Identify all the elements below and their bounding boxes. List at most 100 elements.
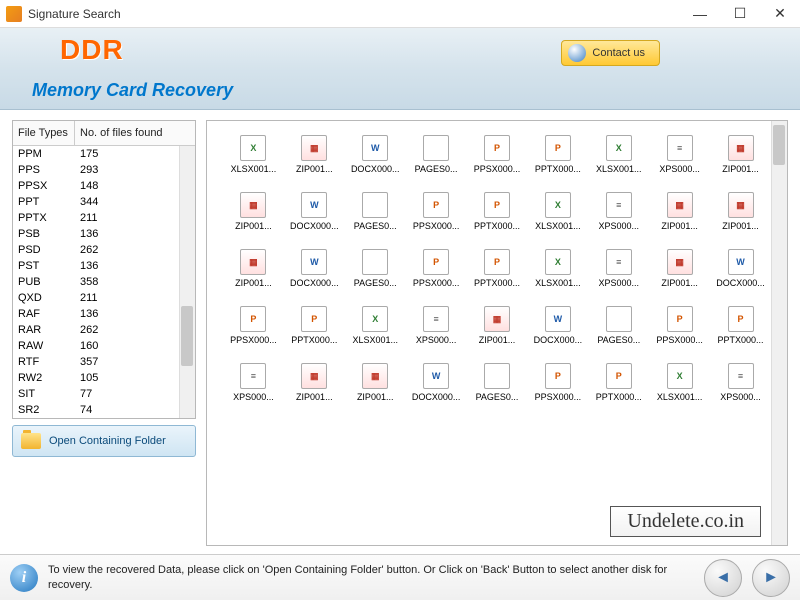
file-type-row[interactable]: PPM175 (13, 146, 195, 162)
file-label: ZIP001... (296, 392, 333, 402)
file-item[interactable]: ZIP001... (651, 249, 708, 288)
file-item[interactable]: DOCX000... (286, 192, 343, 231)
file-item[interactable]: PPTX000... (590, 363, 647, 402)
zip-file-icon (301, 363, 327, 389)
file-item[interactable]: PPSX000... (408, 192, 465, 231)
file-item[interactable]: XPS000... (225, 363, 282, 402)
file-item[interactable]: XLSX001... (225, 135, 282, 174)
file-type-row[interactable]: RAW160 (13, 338, 195, 354)
pages-file-icon (362, 249, 388, 275)
file-label: DOCX000... (412, 392, 461, 402)
file-item[interactable]: ZIP001... (469, 306, 526, 345)
file-types-header: File Types No. of files found (13, 121, 195, 146)
file-item[interactable]: PPSX000... (408, 249, 465, 288)
file-type-row[interactable]: PUB358 (13, 274, 195, 290)
file-type-name: RAF (18, 308, 80, 320)
file-item[interactable]: XPS000... (590, 192, 647, 231)
file-item[interactable]: XLSX001... (590, 135, 647, 174)
file-type-row[interactable]: PPT344 (13, 194, 195, 210)
file-label: PPSX000... (535, 392, 582, 402)
file-item[interactable]: ZIP001... (286, 363, 343, 402)
back-button[interactable]: ◄ (704, 559, 742, 597)
file-item[interactable]: PPTX000... (469, 249, 526, 288)
file-item[interactable]: XPS000... (651, 135, 708, 174)
contact-us-button[interactable]: Contact us (561, 40, 660, 66)
file-item[interactable]: XLSX001... (529, 249, 586, 288)
file-item[interactable]: XLSX001... (651, 363, 708, 402)
close-button[interactable]: ✕ (760, 0, 800, 28)
file-label: PAGES0... (354, 221, 397, 231)
file-type-name: PPM (18, 148, 80, 160)
file-item[interactable]: PPTX000... (529, 135, 586, 174)
file-item[interactable]: PAGES0... (347, 192, 404, 231)
file-type-count: 262 (80, 324, 190, 336)
zip-file-icon (728, 135, 754, 161)
file-item[interactable]: PPSX000... (469, 135, 526, 174)
file-item[interactable]: PAGES0... (408, 135, 465, 174)
file-item[interactable]: ZIP001... (286, 135, 343, 174)
file-label: ZIP001... (235, 221, 272, 231)
file-item[interactable]: DOCX000... (712, 249, 769, 288)
col-file-types[interactable]: File Types (13, 121, 75, 145)
file-type-row[interactable]: SR274 (13, 402, 195, 418)
minimize-button[interactable]: — (680, 0, 720, 28)
file-type-row[interactable]: RAR262 (13, 322, 195, 338)
file-type-row[interactable]: RAF136 (13, 306, 195, 322)
zip-file-icon (728, 192, 754, 218)
pptx-file-icon (484, 192, 510, 218)
file-item[interactable]: ZIP001... (347, 363, 404, 402)
file-types-list[interactable]: PPM175PPS293PPSX148PPT344PPTX211PSB136PS… (13, 146, 195, 418)
file-type-row[interactable]: PPS293 (13, 162, 195, 178)
file-item[interactable]: DOCX000... (408, 363, 465, 402)
scrollbar-thumb[interactable] (181, 306, 193, 366)
file-type-row[interactable]: SIT77 (13, 386, 195, 402)
file-item[interactable]: DOCX000... (347, 135, 404, 174)
file-item[interactable]: DOCX000... (286, 249, 343, 288)
scrollbar-thumb[interactable] (773, 125, 785, 165)
file-item[interactable]: XPS000... (712, 363, 769, 402)
ppsx-file-icon (484, 135, 510, 161)
file-type-row[interactable]: RW2105 (13, 370, 195, 386)
file-item[interactable]: PAGES0... (590, 306, 647, 345)
file-item[interactable]: ZIP001... (225, 192, 282, 231)
next-button[interactable]: ► (752, 559, 790, 597)
file-item[interactable]: PAGES0... (347, 249, 404, 288)
file-item[interactable]: PPTX000... (712, 306, 769, 345)
file-type-row[interactable]: PSB136 (13, 226, 195, 242)
file-label: DOCX000... (290, 221, 339, 231)
file-types-scrollbar[interactable] (179, 146, 195, 418)
maximize-button[interactable]: ☐ (720, 0, 760, 28)
file-item[interactable]: ZIP001... (712, 192, 769, 231)
file-item[interactable]: XLSX001... (347, 306, 404, 345)
file-type-row[interactable]: RTF357 (13, 354, 195, 370)
file-type-row[interactable]: PPTX211 (13, 210, 195, 226)
file-item[interactable]: PPSX000... (651, 306, 708, 345)
xps-file-icon (667, 135, 693, 161)
file-item[interactable]: XPS000... (408, 306, 465, 345)
file-item[interactable]: DOCX000... (529, 306, 586, 345)
file-item[interactable]: XLSX001... (529, 192, 586, 231)
file-type-row[interactable]: QXD211 (13, 290, 195, 306)
file-item[interactable]: XPS000... (590, 249, 647, 288)
file-type-count: 211 (80, 212, 190, 224)
file-type-row[interactable]: PST136 (13, 258, 195, 274)
file-item[interactable]: PPSX000... (225, 306, 282, 345)
window-title: Signature Search (28, 7, 680, 21)
file-item[interactable]: PPTX000... (286, 306, 343, 345)
file-item[interactable]: ZIP001... (651, 192, 708, 231)
file-type-name: PSD (18, 244, 80, 256)
docx-file-icon (423, 363, 449, 389)
results-scrollbar[interactable] (771, 121, 787, 545)
file-label: PAGES0... (476, 392, 519, 402)
zip-file-icon (667, 249, 693, 275)
col-count[interactable]: No. of files found (75, 121, 195, 145)
file-grid[interactable]: XLSX001...ZIP001...DOCX000...PAGES0...PP… (225, 135, 769, 402)
file-item[interactable]: ZIP001... (225, 249, 282, 288)
file-item[interactable]: ZIP001... (712, 135, 769, 174)
file-item[interactable]: PPSX000... (529, 363, 586, 402)
file-type-row[interactable]: PPSX148 (13, 178, 195, 194)
file-item[interactable]: PAGES0... (469, 363, 526, 402)
file-type-row[interactable]: PSD262 (13, 242, 195, 258)
open-containing-folder-button[interactable]: Open Containing Folder (12, 425, 196, 457)
file-item[interactable]: PPTX000... (469, 192, 526, 231)
